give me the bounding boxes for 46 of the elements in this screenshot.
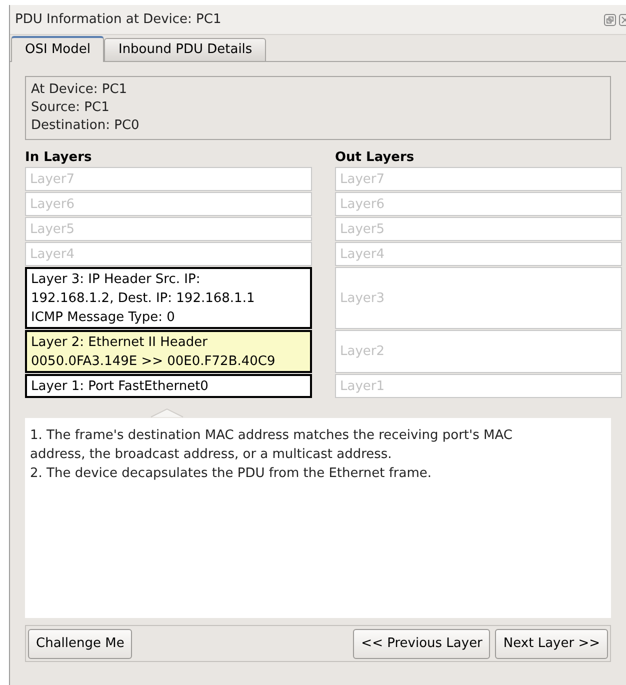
layer-box[interactable]: Layer4 xyxy=(335,242,622,266)
layer-box[interactable]: Layer6 xyxy=(335,192,622,216)
splitter-handle-icon[interactable] xyxy=(150,408,184,418)
layer-text: ICMP Message Type: 0 xyxy=(31,308,176,326)
layer-box[interactable]: Layer5 xyxy=(335,217,622,241)
layer-box[interactable]: Layer1 xyxy=(335,374,622,398)
layer-text: Layer5 xyxy=(30,220,76,238)
layer-box[interactable]: Layer7 xyxy=(335,167,622,191)
layer-box[interactable]: Layer 2: Ethernet II Header 0050.0FA3.149E >> 00E0.F72B.40C9 xyxy=(25,330,312,373)
layer-box[interactable]: Layer4 xyxy=(25,242,312,266)
layer-box[interactable]: Layer5 xyxy=(25,217,312,241)
layer-box[interactable]: Layer2 xyxy=(335,330,622,373)
layer-box[interactable]: Layer6 xyxy=(25,192,312,216)
layer-text: 0050.0FA3.149E >> 00E0.F72B.40C9 xyxy=(31,352,276,370)
info-text: Destination: PC0 xyxy=(31,117,140,135)
layer-text: Layer 3: IP Header Src. IP: 192.168.1.2, Dest. IP: 192.168.1.1 xyxy=(31,270,256,308)
layer-text: Layer6 xyxy=(340,196,386,214)
info-text: At Device: PC1 xyxy=(31,81,128,99)
layer-box[interactable]: Layer 1: Port FastEthernet0 xyxy=(25,374,312,398)
column-heading: Out Layers xyxy=(335,149,416,167)
layer-text: Layer7 xyxy=(30,170,76,188)
window-title: PDU Information at Device: PC1 xyxy=(15,10,222,29)
nav-button[interactable]: Next Layer >> xyxy=(495,628,608,658)
restore-icon[interactable] xyxy=(604,14,616,26)
layer-text: Layer1 xyxy=(340,378,386,396)
layer-text: Layer3 xyxy=(340,290,386,308)
column-heading: In Layers xyxy=(25,149,93,167)
layer-text: Layer2 xyxy=(340,343,386,361)
tab[interactable]: OSI Model xyxy=(11,36,104,62)
info-text: Source: PC1 xyxy=(31,99,110,117)
layer-box[interactable]: Layer7 xyxy=(25,167,312,191)
layer-text: Layer 2: Ethernet II Header xyxy=(31,334,208,352)
description-text: 2. The device decapsulates the PDU from the Ethernet frame. xyxy=(30,465,433,483)
nav-button[interactable]: Challenge Me xyxy=(28,628,132,658)
layer-box[interactable]: Layer 3: IP Header Src. IP: 192.168.1.2, Dest. IP: 192.168.1.1 ICMP Message Type: 0 xyxy=(25,267,312,329)
description-text: 1. The frame's destination MAC address matches the receiving port's MAC address, the broadcast address, or a multicast address. xyxy=(30,427,514,464)
layer-box[interactable]: Layer3 xyxy=(335,267,622,329)
tab[interactable]: Inbound PDU Details xyxy=(104,38,266,62)
close-icon[interactable] xyxy=(619,14,626,26)
layer-text: Layer7 xyxy=(340,170,386,188)
layer-text: Layer5 xyxy=(340,220,386,238)
layer-text: Layer 1: Port FastEthernet0 xyxy=(31,378,210,396)
layer-text: Layer4 xyxy=(340,246,386,264)
layer-text: Layer6 xyxy=(30,196,76,214)
layer-text: Layer4 xyxy=(30,246,76,264)
nav-button[interactable]: << Previous Layer xyxy=(353,628,490,658)
